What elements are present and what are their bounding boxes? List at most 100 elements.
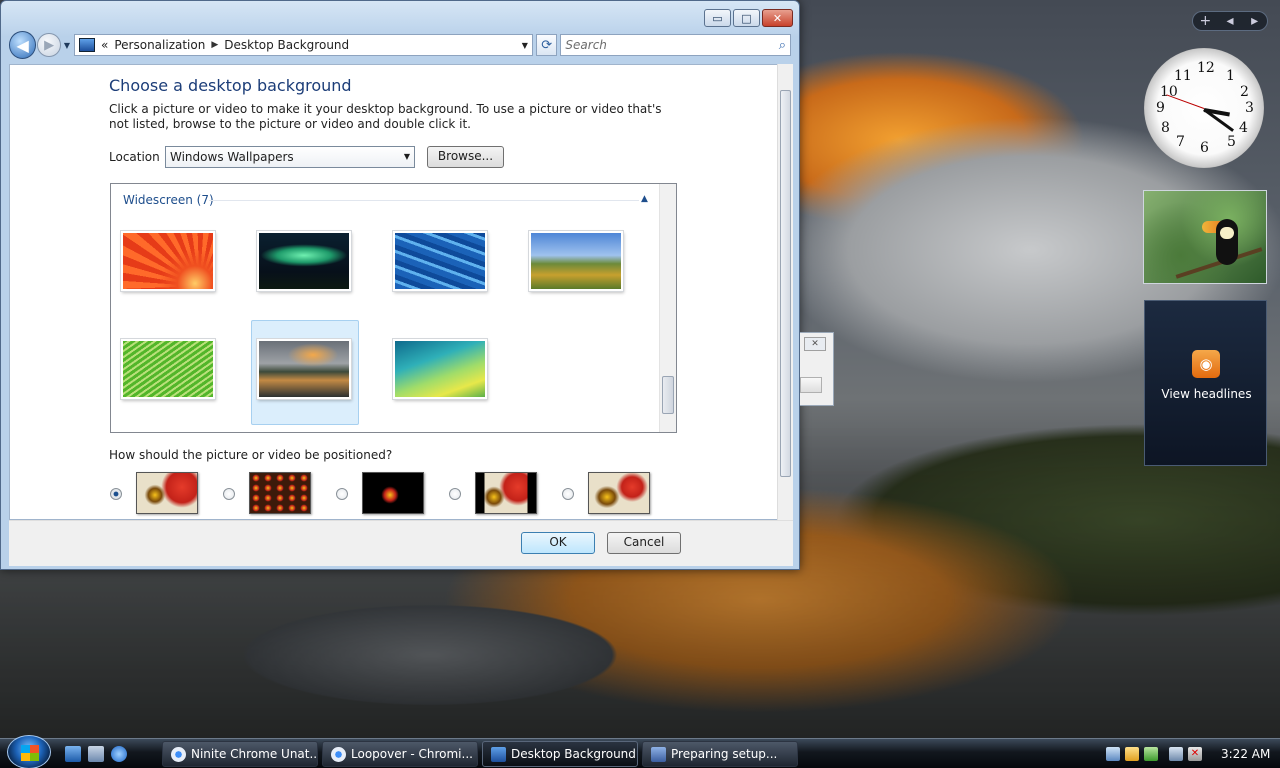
network-icon[interactable] [1169,747,1183,761]
taskbar-item-loopover[interactable]: Loopover - Chromi... [322,741,478,767]
palm-leaf-thumbnail[interactable] [121,339,215,399]
clock-gadget[interactable]: 12 1 2 3 4 5 6 7 8 9 10 11 [1144,48,1264,168]
task-label: Ninite Chrome Unat... [191,747,318,761]
setup-icon [651,747,666,762]
mountain-lake-thumbnail[interactable] [257,339,351,399]
tile-option[interactable] [249,472,311,514]
notification-area: ✕ 3:22 AM [1106,741,1280,767]
windows-logo-icon [21,745,39,761]
view-headlines-link[interactable]: View headlines [1145,387,1268,401]
address-bar[interactable]: « Personalization ▶ Desktop Background ▼ [74,34,533,56]
radio-fit-with-bars[interactable] [449,488,461,500]
location-dropdown[interactable]: Windows Wallpapers ▼ [165,146,415,168]
clock-number: 3 [1245,100,1254,116]
dialog-footer: OK Cancel [9,520,793,566]
radio-tile[interactable] [223,488,235,500]
ok-button[interactable]: OK [521,532,595,554]
close-icon[interactable]: ✕ [804,337,826,351]
tray-update-icon[interactable] [1144,747,1158,761]
landscape-thumbnail[interactable] [529,231,623,291]
previous-gadget-button[interactable]: ◂ [1218,13,1243,29]
maximize-button[interactable]: □ [733,9,760,27]
vista-aurora-thumbnail[interactable] [393,339,487,399]
position-question: How should the picture or video be posit… [109,448,393,462]
tray-app-icon[interactable] [1106,747,1120,761]
switch-windows-icon[interactable] [88,746,104,762]
refresh-button[interactable]: ⟳ [535,34,558,56]
sidebar-controls: + ◂ ▸ [1192,11,1268,31]
red-flower-thumbnail[interactable] [121,231,215,291]
feed-headlines-gadget[interactable]: ◉ View headlines [1144,300,1267,466]
close-button[interactable]: ✕ [762,9,793,27]
caption-buttons: ▭ □ ✕ [704,9,793,27]
slideshow-gadget[interactable] [1143,190,1267,284]
center-option[interactable] [362,472,424,514]
tray-security-icon[interactable] [1125,747,1139,761]
fit-to-screen-option[interactable] [136,472,198,514]
location-label: Location [109,150,160,164]
clock-number: 11 [1174,68,1192,84]
browse-button[interactable]: Browse... [427,146,504,168]
group-header[interactable]: Widescreen (7) [123,193,214,207]
navigation-bar: ◀ ▶ ▼ « Personalization ▶ Desktop Backgr… [9,31,791,59]
aurora-thumbnail[interactable] [257,231,351,291]
radio-fit-to-screen[interactable] [110,488,122,500]
breadcrumb-overflow[interactable]: « [101,38,108,52]
control-panel-icon [491,747,506,762]
location-value: Windows Wallpapers [170,150,294,164]
taskbar-item-desktop-background[interactable]: Desktop Background [482,741,638,767]
start-button[interactable] [7,735,51,768]
clock-number: 7 [1176,134,1185,150]
internet-explorer-icon[interactable] [111,746,127,762]
stretch-option[interactable] [588,472,650,514]
page-description: Click a picture or video to make it your… [109,102,662,131]
clock-number: 9 [1156,100,1165,116]
desktop-background-window: ▭ □ ✕ ◀ ▶ ▼ « Personalization ▶ Desktop … [0,0,800,570]
search-icon[interactable]: ⌕ [779,38,786,53]
fit-with-bars-option[interactable] [475,472,537,514]
page-scrollbar[interactable] [777,64,793,520]
second-hand [1166,94,1205,109]
recent-pages-dropdown-icon[interactable]: ▼ [64,41,70,50]
clock-number: 5 [1227,134,1236,150]
group-divider [209,200,639,201]
chrome-icon [331,747,346,762]
taskbar: Ninite Chrome Unat... Loopover - Chromi.… [0,735,1280,768]
show-desktop-icon[interactable] [65,746,81,762]
task-label: Preparing setup... [671,747,778,761]
address-dropdown-icon[interactable]: ▼ [522,41,528,50]
task-label: Desktop Background [511,747,636,761]
content-pane: Choose a desktop background Click a pict… [9,64,793,520]
clock-number: 12 [1197,60,1215,76]
back-button[interactable]: ◀ [9,31,37,59]
control-panel-icon [79,38,95,52]
forward-button[interactable]: ▶ [37,33,61,57]
wallpaper-gallery[interactable]: Widescreen (7) ▲ [110,183,677,433]
breadcrumb-separator-icon[interactable]: ▶ [211,40,218,50]
clock-number: 8 [1161,120,1170,136]
search-input[interactable]: Search ⌕ [560,34,791,56]
cancel-button[interactable]: Cancel [607,532,681,554]
minimize-button[interactable]: ▭ [704,9,731,27]
system-clock[interactable]: 3:22 AM [1221,747,1270,761]
radio-stretch[interactable] [562,488,574,500]
fish-thumbnail[interactable] [393,231,487,291]
taskbar-item-ninite[interactable]: Ninite Chrome Unat... [162,741,318,767]
page-scroll-thumb[interactable] [780,90,791,477]
next-gadget-button[interactable]: ▸ [1242,13,1267,29]
radio-center[interactable] [336,488,348,500]
search-placeholder: Search [565,38,607,52]
breadcrumb-personalization[interactable]: Personalization [114,38,205,52]
volume-muted-icon[interactable]: ✕ [1188,747,1202,761]
background-dialog[interactable]: ✕ [800,332,834,406]
clock-number: 1 [1226,68,1235,84]
breadcrumb-desktop-background[interactable]: Desktop Background [224,38,349,52]
clock-number: 6 [1200,140,1209,156]
gallery-scrollbar[interactable] [659,184,676,432]
add-gadget-button[interactable]: + [1193,13,1218,29]
taskbar-item-preparing-setup[interactable]: Preparing setup... [642,741,798,767]
gallery-scroll-thumb[interactable] [662,376,674,414]
collapse-group-icon[interactable]: ▲ [641,194,648,204]
clock-number: 4 [1239,120,1248,136]
dialog-button[interactable] [800,377,822,393]
